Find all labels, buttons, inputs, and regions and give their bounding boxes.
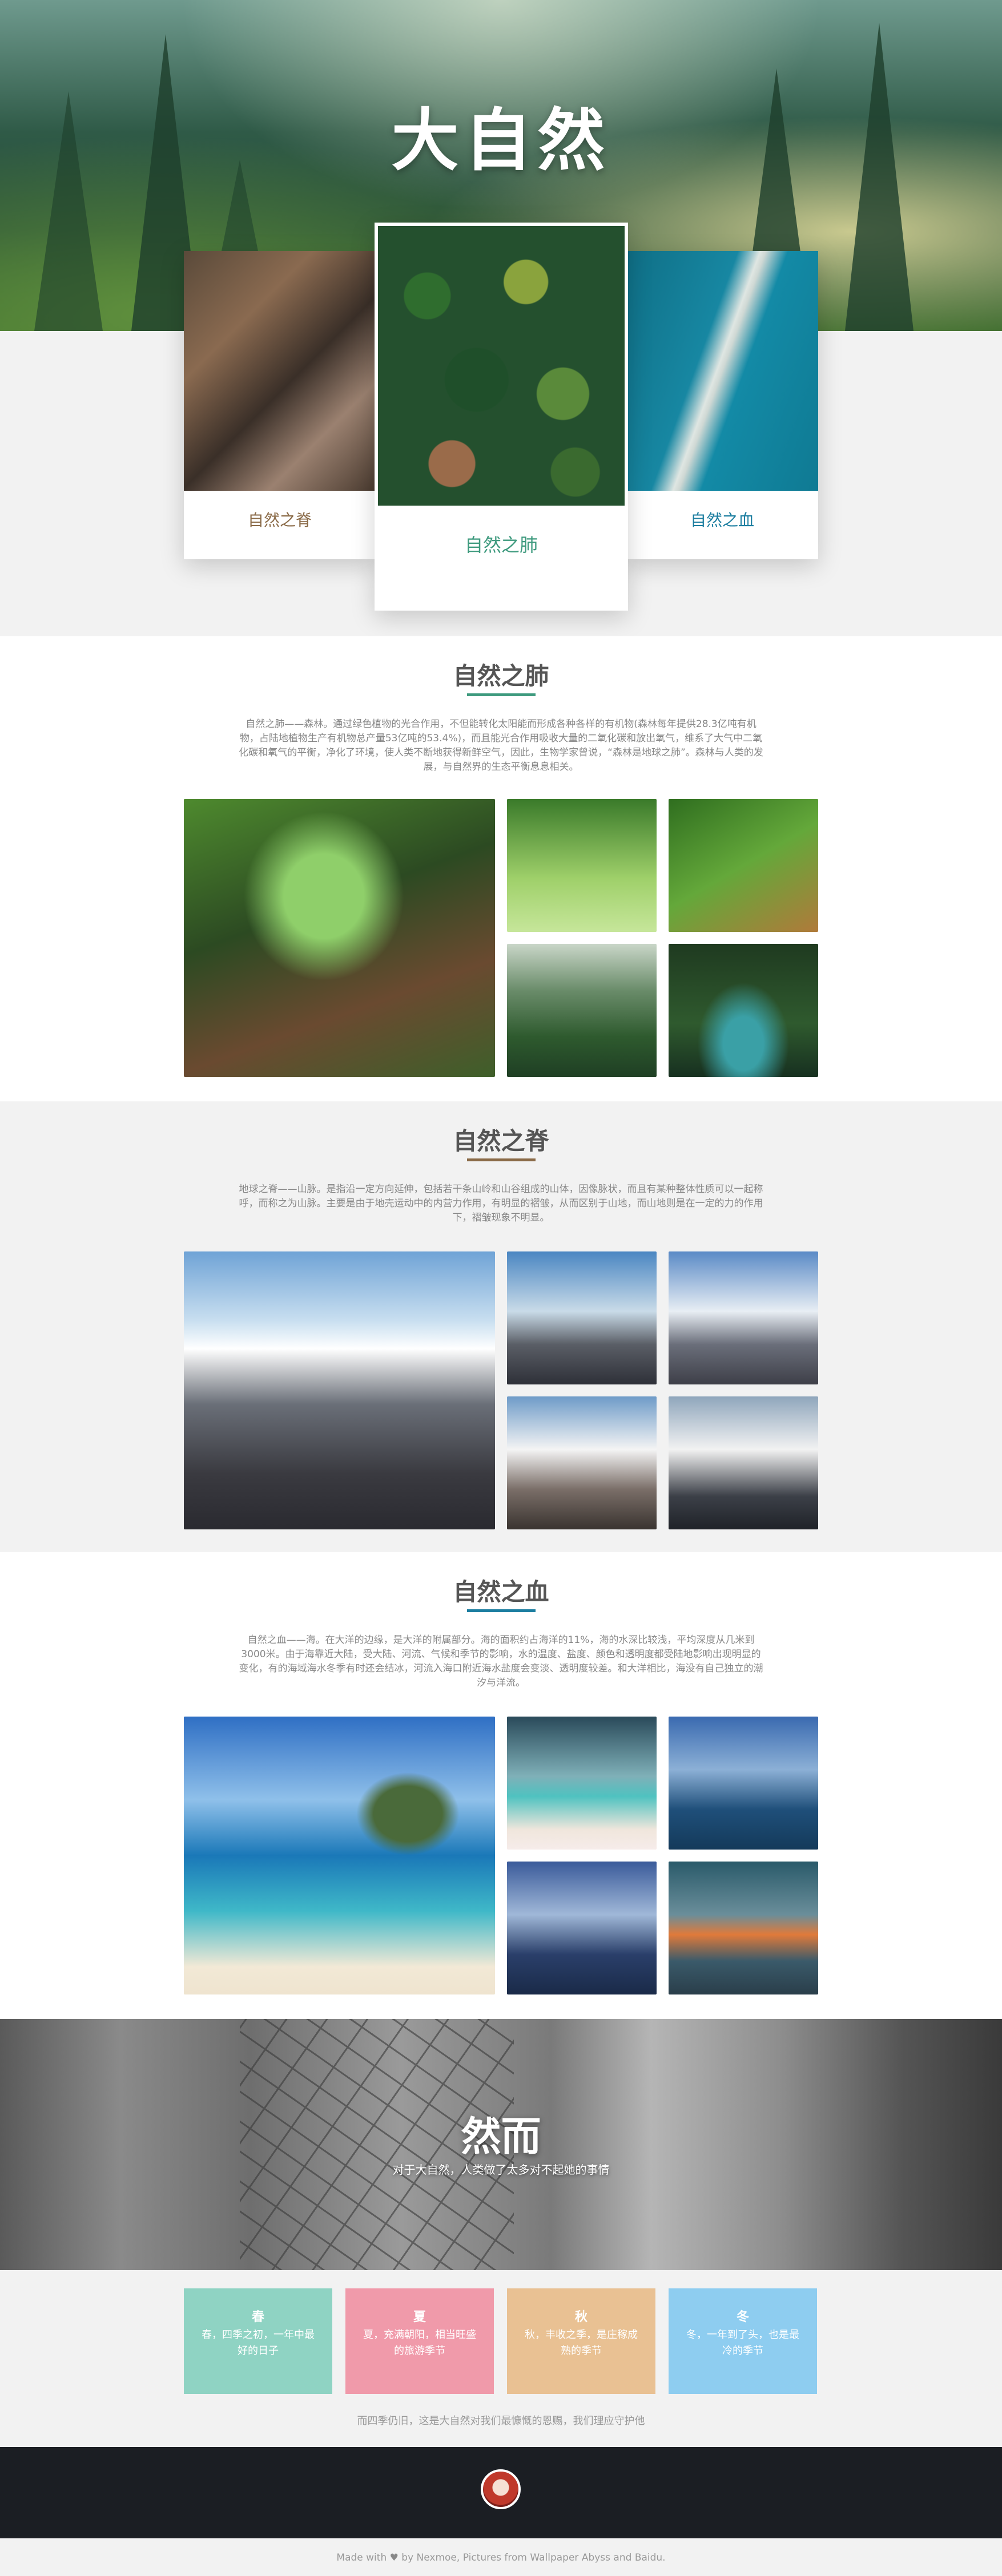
however-banner: 然而 对于大自然，人类做了太多对不起她的事情 [0,2019,1002,2270]
footer-credits: Made with ♥ by Nexmoe, Pictures from Wal… [0,2552,1002,2563]
season-card-winter: 冬 冬，一年到了头，也是最冷的季节 [669,2288,817,2394]
seasons-section: 春 春，四季之初，一年中最好的日子 夏 夏，充满朝阳，相当旺盛的旅游季节 秋 秋… [0,2270,1002,2447]
section-blood: 自然之血 自然之血——海。在大洋的边缘，是大洋的附属部分。海的面积约占海洋的11… [0,1552,1002,2019]
season-card-spring: 春 春，四季之初，一年中最好的日子 [184,2288,332,2394]
card-lung-label: 自然之肺 [464,534,538,556]
mountain-photo-snow [669,1396,818,1529]
section-lung-title: 自然之肺 [453,662,549,690]
season-desc: 秋，丰收之季，是庄稼成熟的季节 [525,2329,638,2357]
forest-photo-arch [184,799,495,1077]
card-spine-label: 自然之脊 [247,511,312,530]
season-name: 夏 [413,2310,426,2324]
footer-credits-text: by Nexmoe, Pictures from Wallpaper Abyss… [401,2552,666,2563]
sea-photo-island [184,1717,495,1994]
season-card-summer: 夏 夏，充满朝阳，相当旺盛的旅游季节 [345,2288,494,2394]
forest-photo-valley [507,944,657,1077]
card-lung-image [378,226,625,506]
banner-subtitle: 对于大自然，人类做了太多对不起她的事情 [392,2163,610,2177]
section-lung-text: 自然之肺——森林。通过绿色植物的光合作用，不但能转化太阳能而形成各种各样的有机物… [239,718,763,773]
forest-photo-river [669,944,818,1077]
season-name: 秋 [574,2310,587,2324]
season-desc: 冬，一年到了头，也是最冷的季节 [686,2329,799,2357]
section-blood-title: 自然之血 [453,1578,549,1606]
card-blood-image [626,251,818,491]
section-spine: 自然之脊 地球之脊——山脉。是指沿一定方向延伸，包括若干条山岭和山谷组成的山体，… [0,1101,1002,1552]
section-spine-text: 地球之脊——山脉。是指沿一定方向延伸，包括若干条山岭和山谷组成的山体，因像脉状，… [239,1184,763,1224]
section-spine-title: 自然之脊 [453,1127,549,1155]
author-avatar[interactable] [481,2469,521,2509]
season-desc: 春，四季之初，一年中最好的日子 [202,2329,315,2357]
footer-made-with: Made with [336,2552,387,2563]
section-blood-underline [466,1609,536,1612]
sea-photo-sunset [669,1862,818,1994]
section-blood-text: 自然之血——海。在大洋的边缘，是大洋的附属部分。海的面积约占海洋的11%，海的水… [239,1634,763,1689]
mountain-photo-peaks [507,1251,657,1384]
season-name: 春 [251,2310,264,2324]
season-name: 冬 [736,2310,749,2324]
card-blood[interactable]: 自然之血 [626,251,818,559]
section-lung-underline [466,693,536,696]
sea-photo-rocks [507,1862,657,1994]
card-lung[interactable]: 自然之肺 [375,223,628,611]
forest-photo-trees [507,799,657,932]
card-spine[interactable]: 自然之脊 [184,251,376,559]
mountain-photo-clouds [507,1396,657,1529]
mountain-photo-glacier [184,1251,495,1529]
seasons-footer-text: 而四季仍旧，这是大自然对我们最慷慨的恩赐，我们理应守护他 [357,2415,645,2427]
banner-title: 然而 [461,2113,541,2160]
sea-photo-beach [507,1717,657,1850]
season-card-autumn: 秋 秋，丰收之季，是庄稼成熟的季节 [507,2288,655,2394]
card-blood-label: 自然之血 [690,511,754,530]
card-spine-image [184,251,376,491]
forest-photo-path [669,799,818,932]
heart-icon: ♥ [389,2552,399,2563]
section-lung: 自然之肺 自然之肺——森林。通过绿色植物的光合作用，不但能转化太阳能而形成各种各… [0,636,1002,1101]
sea-photo-waves [669,1717,818,1850]
section-spine-underline [466,1158,536,1161]
mountain-photo-range [669,1251,818,1384]
hero-title: 大自然 [391,101,611,180]
season-desc: 夏，充满朝阳，相当旺盛的旅游季节 [363,2329,476,2357]
